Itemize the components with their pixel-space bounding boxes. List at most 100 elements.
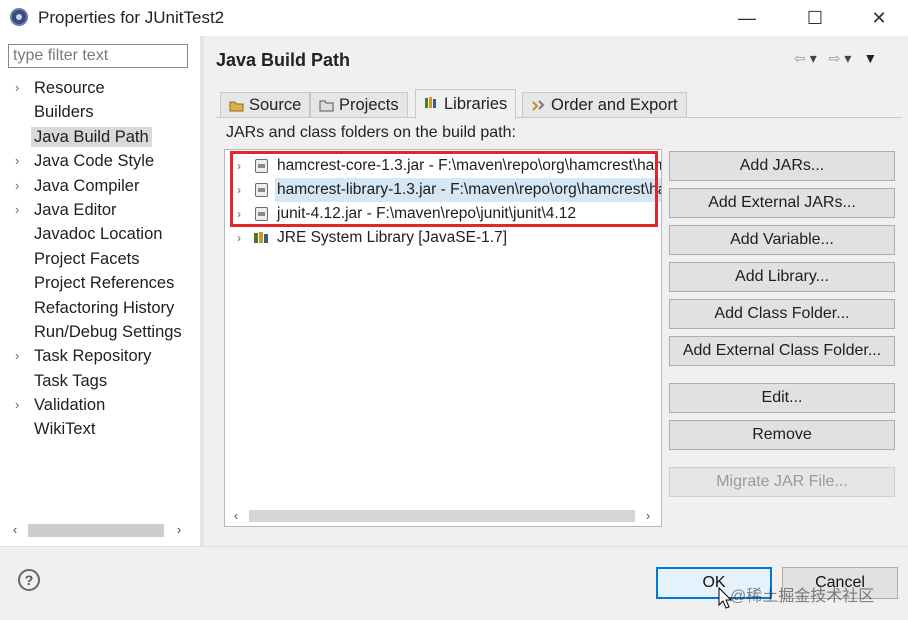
sidebar-item-label: Java Build Path bbox=[31, 126, 152, 147]
maximize-button[interactable]: ☐ bbox=[792, 4, 838, 32]
back-arrow-icon[interactable]: ⇦ bbox=[794, 50, 810, 66]
tab-projects-label: Projects bbox=[339, 96, 399, 114]
dialog-button-bar: ? OK Cancel @稀土掘金技术社区 bbox=[0, 546, 908, 620]
sidebar-item-label: Task Repository bbox=[34, 347, 152, 366]
sidebar-item-java-build-path[interactable]: Java Build Path bbox=[0, 125, 200, 149]
sidebar-item-refactoring-history[interactable]: Refactoring History bbox=[0, 296, 200, 320]
expand-chevron-icon[interactable]: › bbox=[237, 226, 241, 250]
tab-libraries[interactable]: Libraries bbox=[415, 89, 517, 119]
sidebar-item-label: Project References bbox=[34, 274, 175, 293]
expand-chevron-icon[interactable]: › bbox=[15, 393, 19, 417]
entry-label: JRE System Library [JavaSE-1.7] bbox=[277, 229, 507, 246]
build-path-entries-list[interactable]: › JRE System Library [JavaSE-1.7] › junit-4… bbox=[224, 149, 662, 527]
sidebar-item-task-tags[interactable]: Task Tags bbox=[0, 369, 200, 393]
add-jars-button[interactable]: Add JARs... bbox=[669, 151, 895, 181]
sidebar-item-label: Java Compiler bbox=[34, 176, 140, 195]
mouse-pointer-icon bbox=[718, 587, 732, 609]
history-nav[interactable]: ⇦▾ ⇨▾ ▼ bbox=[794, 50, 881, 67]
sidebar-item-run-debug-settings[interactable]: Run/Debug Settings bbox=[0, 320, 200, 344]
entry-label: hamcrest-core-1.3.jar - F:\maven\repo\or… bbox=[277, 157, 661, 174]
expand-chevron-icon[interactable]: › bbox=[237, 178, 241, 202]
expand-chevron-icon[interactable]: › bbox=[237, 154, 241, 178]
forward-menu-chevron-icon[interactable]: ▾ bbox=[844, 50, 855, 66]
nav-horizontal-scrollbar[interactable]: ‹ › bbox=[6, 521, 190, 539]
sidebar-item-project-facets[interactable]: Project Facets bbox=[0, 247, 200, 271]
list-scroll-left-icon[interactable]: ‹ bbox=[227, 507, 245, 525]
sidebar-item-label: WikiText bbox=[34, 420, 96, 439]
eclipse-app-icon bbox=[10, 8, 28, 26]
tab-libraries-label: Libraries bbox=[444, 95, 508, 113]
scroll-right-icon[interactable]: › bbox=[170, 521, 188, 539]
sidebar-item-java-code-style[interactable]: › Java Code Style bbox=[0, 149, 200, 173]
list-scroll-right-icon[interactable]: › bbox=[639, 507, 657, 525]
expand-chevron-icon[interactable]: › bbox=[15, 198, 19, 222]
tab-order-export[interactable]: Order and Export bbox=[522, 92, 687, 117]
expand-chevron-icon[interactable]: › bbox=[15, 174, 19, 198]
sidebar-item-label: Validation bbox=[34, 396, 106, 415]
sidebar-item-task-repository[interactable]: › Task Repository bbox=[0, 344, 200, 368]
build-path-description: JARs and class folders on the build path… bbox=[226, 124, 516, 141]
sidebar-item-java-editor[interactable]: › Java Editor bbox=[0, 198, 200, 222]
migrate-jar-file-button[interactable]: Migrate JAR File... bbox=[669, 467, 895, 497]
sidebar-item-builders[interactable]: Builders bbox=[0, 100, 200, 124]
expand-chevron-icon[interactable]: › bbox=[15, 344, 19, 368]
expand-chevron-icon[interactable]: › bbox=[15, 149, 19, 173]
close-button[interactable]: ✕ bbox=[856, 4, 902, 32]
properties-dialog: Properties for JUnitTest2 — ☐ ✕ › Resourc… bbox=[0, 0, 908, 620]
build-path-entry[interactable]: › JRE System Library [JavaSE-1.7] bbox=[225, 226, 661, 250]
tab-projects[interactable]: Projects bbox=[310, 92, 408, 117]
sidebar-item-label: Refactoring History bbox=[34, 298, 175, 317]
sidebar-item-validation[interactable]: › Validation bbox=[0, 393, 200, 417]
remove-button[interactable]: Remove bbox=[669, 420, 895, 450]
help-icon[interactable]: ? bbox=[18, 569, 40, 591]
sidebar-item-project-references[interactable]: Project References bbox=[0, 271, 200, 295]
add-external-class-folder-button[interactable]: Add External Class Folder... bbox=[669, 336, 895, 366]
tab-source-label: Source bbox=[249, 96, 302, 114]
sidebar-item-label: Run/Debug Settings bbox=[34, 322, 182, 341]
build-path-page: Java Build Path ⇦▾ ⇨▾ ▼ Source Projects … bbox=[204, 36, 908, 546]
add-external-jars-button[interactable]: Add External JARs... bbox=[669, 188, 895, 218]
sidebar-item-resource[interactable]: › Resource bbox=[0, 76, 200, 100]
window-title: Properties for JUnitTest2 bbox=[38, 8, 225, 27]
sidebar-item-javadoc-location[interactable]: Javadoc Location bbox=[0, 222, 200, 246]
minimize-button[interactable]: — bbox=[724, 4, 770, 32]
build-path-entry[interactable]: › hamcrest-core-1.3.jar - F:\maven\repo\o… bbox=[225, 154, 661, 178]
sidebar-item-label: Resource bbox=[34, 79, 105, 97]
library-icon bbox=[254, 232, 268, 243]
sidebar-item-label: Java Editor bbox=[34, 200, 117, 219]
sidebar-item-label: Project Facets bbox=[34, 249, 140, 268]
view-menu-chevron-icon[interactable]: ▼ bbox=[863, 50, 881, 66]
properties-nav-pane: › Resource Builders Java Build Path › Java Co… bbox=[0, 36, 200, 546]
title-bar: Properties for JUnitTest2 — ☐ ✕ bbox=[0, 0, 908, 36]
page-title: Java Build Path bbox=[216, 50, 351, 70]
expand-chevron-icon[interactable]: › bbox=[237, 202, 241, 226]
sidebar-item-wikitext[interactable]: WikiText bbox=[0, 417, 200, 441]
jar-icon bbox=[255, 207, 268, 221]
add-library-button[interactable]: Add Library... bbox=[669, 262, 895, 292]
projects-icon bbox=[319, 100, 334, 112]
forward-arrow-icon[interactable]: ⇨ bbox=[829, 50, 845, 66]
sidebar-item-label: Builders bbox=[34, 103, 94, 122]
filter-input[interactable] bbox=[8, 44, 188, 68]
scroll-left-icon[interactable]: ‹ bbox=[6, 521, 24, 539]
list-horizontal-scrollbar[interactable]: ‹ › bbox=[225, 506, 661, 526]
build-path-entry[interactable]: › hamcrest-library-1.3.jar - F:\maven\rep… bbox=[225, 178, 661, 202]
jar-icon bbox=[255, 159, 268, 173]
tab-order-export-label: Order and Export bbox=[551, 96, 678, 114]
build-path-entry[interactable]: › junit-4.12.jar - F:\maven\repo\junit\ju… bbox=[225, 202, 661, 226]
scrollbar-thumb[interactable] bbox=[28, 524, 164, 537]
properties-tree: › Resource Builders Java Build Path › Java Co… bbox=[0, 76, 200, 442]
back-menu-chevron-icon[interactable]: ▾ bbox=[810, 50, 821, 66]
sidebar-item-label: Javadoc Location bbox=[34, 225, 163, 244]
sidebar-item-label: Java Code Style bbox=[34, 152, 155, 171]
edit-button[interactable]: Edit... bbox=[669, 383, 895, 413]
entry-label: junit-4.12.jar - F:\maven\repo\junit\jun… bbox=[277, 205, 576, 222]
tab-source[interactable]: Source bbox=[220, 92, 311, 117]
expand-chevron-icon[interactable]: › bbox=[15, 76, 19, 100]
entry-label: hamcrest-library-1.3.jar - F:\maven\repo… bbox=[275, 178, 661, 202]
source-folder-icon bbox=[229, 101, 244, 112]
sidebar-item-java-compiler[interactable]: › Java Compiler bbox=[0, 174, 200, 198]
add-class-folder-button[interactable]: Add Class Folder... bbox=[669, 299, 895, 329]
list-scrollbar-thumb[interactable] bbox=[249, 510, 635, 522]
add-variable-button[interactable]: Add Variable... bbox=[669, 225, 895, 255]
